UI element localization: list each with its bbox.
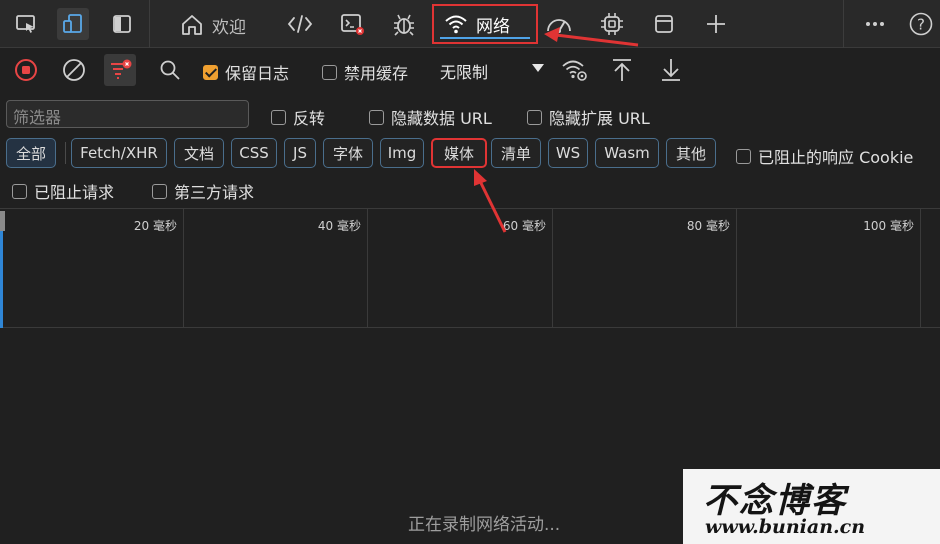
timeline-tick-label: 20 毫秒 (133, 219, 177, 233)
inspect-element-icon[interactable] (10, 8, 42, 40)
checkbox-unchecked-icon (12, 183, 27, 199)
add-tool-plus-icon[interactable] (700, 8, 732, 40)
type-chip-js[interactable]: JS (284, 138, 316, 168)
filter-toggle-icon[interactable] (104, 54, 136, 86)
timeline-column: 40 毫秒 (184, 209, 368, 328)
disable-cache-label: 禁用缓存 (344, 64, 409, 83)
type-chip-document[interactable]: 文档 (174, 138, 224, 168)
throttling-select[interactable]: 无限制 (440, 59, 548, 82)
devtools-tab-bar: 欢迎 网络 ? (0, 0, 940, 48)
svg-text:?: ? (917, 16, 925, 34)
tab-network-label: 网络 (476, 16, 510, 37)
type-chip-fetch-xhr[interactable]: Fetch/XHR (71, 138, 167, 168)
type-chip-media[interactable]: 媒体 (431, 138, 487, 168)
blocked-cookies-checkbox[interactable]: 已阻止的响应 Cookie (736, 144, 913, 168)
chip-separator (65, 142, 66, 164)
watermark-logo: 不念博客 www.bunian.cn (683, 469, 940, 544)
tab-separator (149, 0, 150, 48)
network-toolbar: 保留日志 禁用缓存 无限制 (0, 49, 940, 91)
checkbox-unchecked-icon (152, 183, 167, 199)
third-party-checkbox[interactable]: 第三方请求 (152, 179, 254, 203)
timeline-column: 20 毫秒 (0, 209, 184, 328)
timeline-cursor-line (0, 215, 3, 328)
type-chip-img[interactable]: Img (380, 138, 424, 168)
tab-welcome-label: 欢迎 (212, 17, 246, 38)
export-har-download-icon[interactable] (655, 54, 687, 86)
help-icon[interactable]: ? (905, 8, 937, 40)
timeline-overview[interactable]: 20 毫秒 40 毫秒 60 毫秒 80 毫秒 100 毫秒 (0, 208, 940, 328)
type-chip-font[interactable]: 字体 (323, 138, 373, 168)
type-chip-css[interactable]: CSS (231, 138, 277, 168)
checkbox-unchecked-icon (369, 109, 384, 125)
wifi-icon (445, 15, 467, 34)
checkbox-checked-icon (203, 64, 218, 80)
elements-code-icon[interactable] (284, 8, 316, 40)
checkbox-unchecked-icon (527, 109, 542, 125)
third-party-label: 第三方请求 (174, 183, 255, 202)
record-stop-icon[interactable] (10, 54, 42, 86)
type-chip-all[interactable]: 全部 (6, 138, 56, 168)
blocked-requests-label: 已阻止请求 (34, 183, 115, 202)
timeline-column: 80 毫秒 (553, 209, 737, 328)
type-chip-ws[interactable]: WS (548, 138, 588, 168)
preserve-log-label: 保留日志 (225, 64, 290, 83)
type-chip-other[interactable]: 其他 (666, 138, 716, 168)
recording-status: 正在录制网络活动... (408, 515, 561, 535)
type-chip-manifest[interactable]: 清单 (491, 138, 541, 168)
timeline-tick-label: 100 毫秒 (863, 219, 914, 233)
import-har-upload-icon[interactable] (606, 54, 638, 86)
clear-icon[interactable] (58, 54, 90, 86)
checkbox-unchecked-icon (271, 109, 286, 125)
performance-gauge-icon[interactable] (543, 8, 575, 40)
network-conditions-icon[interactable] (559, 54, 591, 86)
hide-data-urls-checkbox[interactable]: 隐藏数据 URL (369, 105, 492, 129)
timeline-drag-handle[interactable] (0, 211, 5, 231)
tab-active-underline (440, 37, 530, 39)
timeline-column: 60 毫秒 (368, 209, 553, 328)
sources-bug-icon[interactable] (388, 8, 420, 40)
checkbox-unchecked-icon (322, 64, 337, 80)
blocked-requests-checkbox[interactable]: 已阻止请求 (12, 179, 114, 203)
tab-welcome[interactable]: 欢迎 (170, 4, 256, 46)
device-emulation-icon[interactable] (57, 8, 89, 40)
timeline-tick-label: 40 毫秒 (317, 219, 361, 233)
filter-placeholder: 筛选器 (13, 108, 62, 127)
home-icon (182, 15, 202, 35)
console-icon[interactable] (336, 8, 368, 40)
hide-extension-urls-label: 隐藏扩展 URL (549, 109, 650, 128)
filter-input[interactable]: 筛选器 (6, 100, 249, 128)
tab-separator (843, 0, 844, 48)
tab-network[interactable]: 网络 (432, 4, 538, 44)
preserve-log-checkbox[interactable]: 保留日志 (203, 60, 289, 84)
timeline-tick-label: 80 毫秒 (686, 219, 730, 233)
invert-checkbox[interactable]: 反转 (271, 105, 325, 129)
chevron-down-icon (532, 64, 544, 72)
blocked-cookies-label: 已阻止的响应 Cookie (758, 148, 914, 167)
type-chip-wasm[interactable]: Wasm (595, 138, 659, 168)
dock-side-icon[interactable] (106, 8, 138, 40)
more-options-icon[interactable] (859, 8, 891, 40)
checkbox-unchecked-icon (736, 148, 751, 164)
hide-data-urls-label: 隐藏数据 URL (391, 109, 492, 128)
watermark-title: 不念博客 (703, 481, 847, 521)
hide-extension-urls-checkbox[interactable]: 隐藏扩展 URL (527, 105, 650, 129)
search-icon[interactable] (154, 54, 186, 86)
invert-label: 反转 (293, 109, 326, 128)
disable-cache-checkbox[interactable]: 禁用缓存 (322, 60, 408, 84)
timeline-column: 100 毫秒 (737, 209, 921, 328)
memory-chip-icon[interactable] (596, 8, 628, 40)
timeline-tick-label: 60 毫秒 (502, 219, 546, 233)
watermark-url: www.bunian.cn (705, 516, 866, 538)
application-window-icon[interactable] (648, 8, 680, 40)
throttling-value: 无限制 (440, 63, 489, 82)
